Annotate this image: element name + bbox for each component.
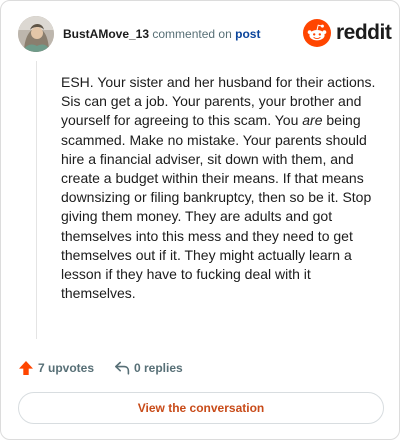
reply-count: 0 replies: [134, 361, 183, 375]
reddit-wordmark: reddit: [336, 21, 392, 44]
upvote-button[interactable]: 7 upvotes: [18, 358, 94, 378]
comment-body: ESH. Your sister and her husband for the…: [61, 73, 379, 303]
avatar-image: [18, 16, 54, 52]
reddit-snoo-icon: [303, 19, 331, 47]
reddit-brand[interactable]: reddit: [303, 19, 392, 47]
comment-actions: 7 upvotes 0 replies: [18, 358, 318, 378]
comment-author[interactable]: BustAMove_13: [63, 27, 149, 41]
comment-byline: BustAMove_13 commented on post: [63, 27, 260, 41]
comment-body-text-2: being scammed. Make no mistake. Your par…: [61, 112, 372, 302]
thread-line: [36, 61, 37, 339]
reply-arrow-icon: [115, 361, 130, 375]
comment-header: BustAMove_13 commented on post reddit: [18, 16, 392, 52]
upvote-count: 7 upvotes: [38, 361, 95, 375]
view-conversation-button[interactable]: View the conversation: [18, 392, 384, 424]
upvote-arrow-icon: [19, 361, 33, 375]
reply-button[interactable]: 0 replies: [114, 358, 183, 378]
avatar[interactable]: [18, 16, 54, 52]
commented-on-label: commented on: [152, 27, 232, 41]
post-link[interactable]: post: [235, 27, 260, 41]
comment-body-emphasis: are: [302, 112, 323, 129]
embedded-comment-card: BustAMove_13 commented on post reddit ES…: [0, 0, 400, 440]
